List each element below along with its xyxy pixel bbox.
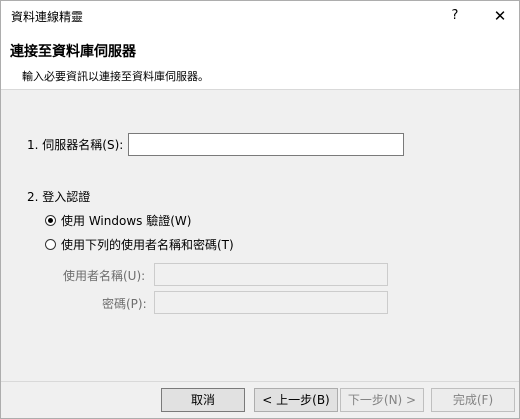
footer-divider (1, 381, 519, 382)
connection-wizard-dialog: 資料連線精靈 ? ✕ 連接至資料庫伺服器 輸入必要資訊以連接至資料庫伺服器。 1… (0, 0, 520, 419)
next-button[interactable]: 下一步(N) > (340, 388, 424, 412)
windows-auth-label: 使用 Windows 驗證(W) (61, 214, 192, 228)
server-name-input[interactable] (128, 133, 404, 156)
server-name-label: 1. 伺服器名稱(S): (27, 138, 124, 152)
finish-button[interactable]: 完成(F) (431, 388, 515, 412)
radio-selected-icon (45, 215, 56, 226)
login-section-label: 2. 登入認證 (27, 190, 91, 204)
back-button[interactable]: < 上一步(B) (254, 388, 338, 412)
cancel-button[interactable]: 取消 (161, 388, 245, 412)
page-title: 連接至資料庫伺服器 (10, 44, 136, 60)
title-bar: 資料連線精靈 ? ✕ (1, 1, 519, 31)
password-label: 密碼(P): (102, 297, 147, 311)
sql-auth-label: 使用下列的使用者名稱和密碼(T) (61, 238, 234, 252)
windows-auth-radio[interactable]: 使用 Windows 驗證(W) (45, 212, 191, 229)
help-icon[interactable]: ? (441, 3, 469, 29)
sql-auth-radio[interactable]: 使用下列的使用者名稱和密碼(T) (45, 236, 234, 253)
username-input[interactable] (154, 263, 388, 286)
close-icon[interactable]: ✕ (486, 3, 514, 29)
username-label: 使用者名稱(U): (63, 269, 146, 283)
page-subtitle: 輸入必要資訊以連接至資料庫伺服器。 (22, 70, 209, 83)
window-title: 資料連線精靈 (11, 10, 84, 24)
password-input[interactable] (154, 291, 388, 314)
wizard-header: 連接至資料庫伺服器 輸入必要資訊以連接至資料庫伺服器。 (1, 31, 519, 90)
radio-unselected-icon (45, 239, 56, 250)
